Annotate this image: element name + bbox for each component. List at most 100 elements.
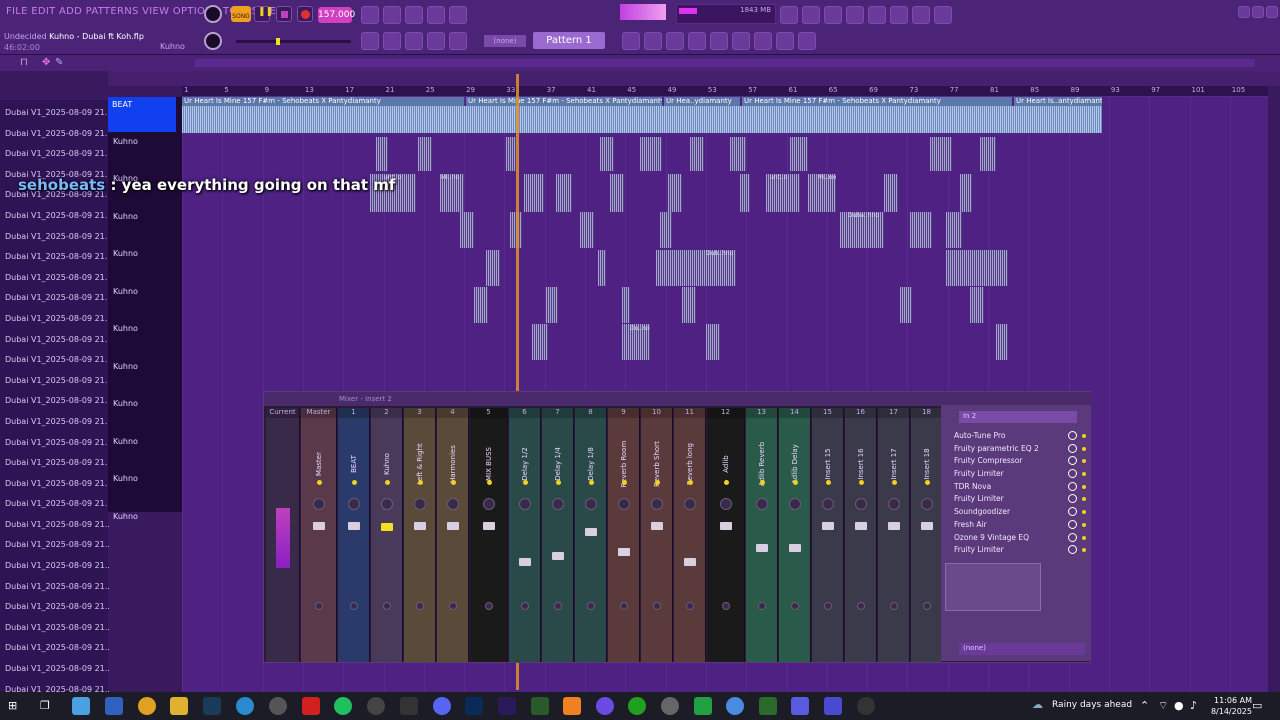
system-clock[interactable]: 11:06 AM 8/14/2025 <box>1192 695 1252 717</box>
track-header[interactable]: Kuhno <box>113 287 138 296</box>
input-selector[interactable]: In 2 <box>959 411 1077 423</box>
stereo-knob[interactable] <box>383 602 391 610</box>
vocal-audio-clip[interactable] <box>946 212 962 248</box>
magnet-icon[interactable]: ⊓ <box>20 57 28 68</box>
play-button[interactable]: ❚❚ <box>254 6 273 22</box>
track-header[interactable]: Kuhno <box>113 512 138 521</box>
slider-handle[interactable] <box>276 38 280 45</box>
weather-text[interactable]: Rainy days ahead <box>1052 700 1132 710</box>
mix-knob[interactable] <box>1068 532 1077 542</box>
app-icon-4[interactable] <box>531 697 549 715</box>
browser-item[interactable]: Dubai V1_2025-08-09 21.. <box>0 635 110 656</box>
slot-enable-led[interactable] <box>1082 472 1086 477</box>
maximize-button[interactable] <box>1252 6 1264 18</box>
view-button-7[interactable] <box>754 32 772 50</box>
app-icon-12[interactable] <box>857 697 875 715</box>
pan-knob[interactable] <box>381 498 393 510</box>
audio-clip-header[interactable]: Ur Heart Is..antydiamanty <box>1014 97 1102 106</box>
vocal-audio-clip[interactable] <box>376 137 388 171</box>
slot-enable-led[interactable] <box>1082 548 1086 553</box>
stereo-knob[interactable] <box>521 602 529 610</box>
toolbar-button-3[interactable] <box>405 6 423 24</box>
mixer-strip[interactable]: 18 Insert 18 <box>911 408 943 662</box>
slot-enable-led[interactable] <box>1082 459 1086 464</box>
volume-fader[interactable] <box>822 522 834 530</box>
volume-fader[interactable] <box>483 522 495 530</box>
pan-knob[interactable] <box>552 498 564 510</box>
stereo-knob[interactable] <box>890 602 898 610</box>
browser-item[interactable]: Dubai V1_2025-08-09 21.. <box>0 553 110 574</box>
browser-item[interactable]: Dubai V1_2025-08-09 21.. <box>0 430 110 451</box>
volume-fader[interactable] <box>381 523 393 531</box>
browser-item[interactable]: Dubai V1_2025-08-09 21.. <box>0 244 110 265</box>
mixer-strip[interactable]: 1 BEAT <box>338 408 370 662</box>
panel-button-4[interactable] <box>846 6 864 24</box>
vocal-audio-clip[interactable] <box>996 324 1008 360</box>
browser-item[interactable]: Dubai V1_2025-08-09 21.. <box>0 532 110 553</box>
stereo-knob[interactable] <box>620 602 628 610</box>
panel-button-5[interactable] <box>868 6 886 24</box>
vocal-audio-clip[interactable] <box>600 137 614 171</box>
panel-button-8[interactable] <box>934 6 952 24</box>
pan-knob[interactable] <box>313 498 325 510</box>
vocal-audio-clip[interactable] <box>910 212 932 248</box>
microphone-icon[interactable]: ● <box>1174 699 1184 712</box>
browser-item[interactable]: Dubai V1_2025-08-09 21.. <box>0 388 110 409</box>
volume-fader[interactable] <box>618 548 630 556</box>
panel-button-1[interactable] <box>780 6 798 24</box>
mixer-strip[interactable]: 10 Reverb Short <box>641 408 673 662</box>
vocal-audio-clip[interactable] <box>980 137 996 171</box>
eq-display[interactable] <box>945 563 1041 611</box>
fx-slot[interactable]: TDR Nova <box>941 480 1091 493</box>
move-icon[interactable]: ✥ <box>42 57 50 68</box>
mixer-strip[interactable]: Master Master <box>301 408 337 662</box>
panel-button-3[interactable] <box>824 6 842 24</box>
slot-enable-led[interactable] <box>1082 522 1086 527</box>
stereo-knob[interactable] <box>416 602 424 610</box>
volume-fader[interactable] <box>756 544 768 552</box>
volume-fader[interactable] <box>552 552 564 560</box>
pan-knob[interactable] <box>519 498 531 510</box>
mixer-strip[interactable]: 5 MIX BUSS <box>470 408 508 662</box>
notification-icon[interactable]: ▭ <box>1252 699 1262 712</box>
fx-slot[interactable]: Fruity Limiter <box>941 543 1091 556</box>
stereo-knob[interactable] <box>923 602 931 610</box>
vocal-audio-clip[interactable] <box>690 137 704 171</box>
view-button-3[interactable] <box>666 32 684 50</box>
start-icon[interactable]: ⊞ <box>8 699 17 712</box>
volume-fader[interactable] <box>447 522 459 530</box>
view-button-5[interactable] <box>710 32 728 50</box>
track-header[interactable]: Kuhno <box>113 474 138 483</box>
app-icon-10[interactable] <box>791 697 809 715</box>
mix-knob[interactable] <box>1068 431 1077 440</box>
browser-item[interactable]: Dubai V1_2025-08-09 21.. <box>0 368 110 389</box>
fl-studio-icon[interactable] <box>563 697 581 715</box>
file-explorer-icon[interactable] <box>170 697 188 715</box>
view-button-6[interactable] <box>732 32 750 50</box>
toolbar-button-2[interactable] <box>383 6 401 24</box>
track-header[interactable]: Kuhno <box>113 324 138 333</box>
vocal-audio-clip[interactable] <box>884 174 898 212</box>
store-icon[interactable] <box>105 697 123 715</box>
slot-enable-led[interactable] <box>1082 497 1086 502</box>
output-selector[interactable]: (none) <box>959 643 1085 655</box>
volume-fader[interactable] <box>888 522 900 530</box>
piano-roll-button[interactable] <box>383 32 401 50</box>
volume-fader[interactable] <box>789 544 801 552</box>
vocal-audio-clip[interactable] <box>486 250 500 286</box>
vocal-audio-clip[interactable] <box>418 137 432 171</box>
pan-knob[interactable] <box>789 498 801 510</box>
stereo-knob[interactable] <box>857 602 865 610</box>
minimize-button[interactable] <box>1238 6 1250 18</box>
mixer-strip[interactable]: 13 Adlib Reverb <box>746 408 778 662</box>
mixer-strip[interactable]: 4 Harmonies <box>437 408 469 662</box>
browser-item[interactable]: Dubai V1_2025-08-09 21.. <box>0 285 110 306</box>
pan-knob[interactable] <box>651 498 663 510</box>
browser-item[interactable]: Dubai V1_2025-08-09 21.. <box>0 265 110 286</box>
network-icon[interactable]: ⌔ <box>1158 699 1168 713</box>
overview-strip[interactable] <box>195 59 1255 67</box>
audio-clip-header[interactable]: Ur Heart Is Mine 157 F#m - Sehobeats X P… <box>742 97 1012 106</box>
mixer-button[interactable] <box>427 32 445 50</box>
mix-knob[interactable] <box>1068 519 1077 529</box>
vocal-audio-clip[interactable] <box>532 324 548 360</box>
